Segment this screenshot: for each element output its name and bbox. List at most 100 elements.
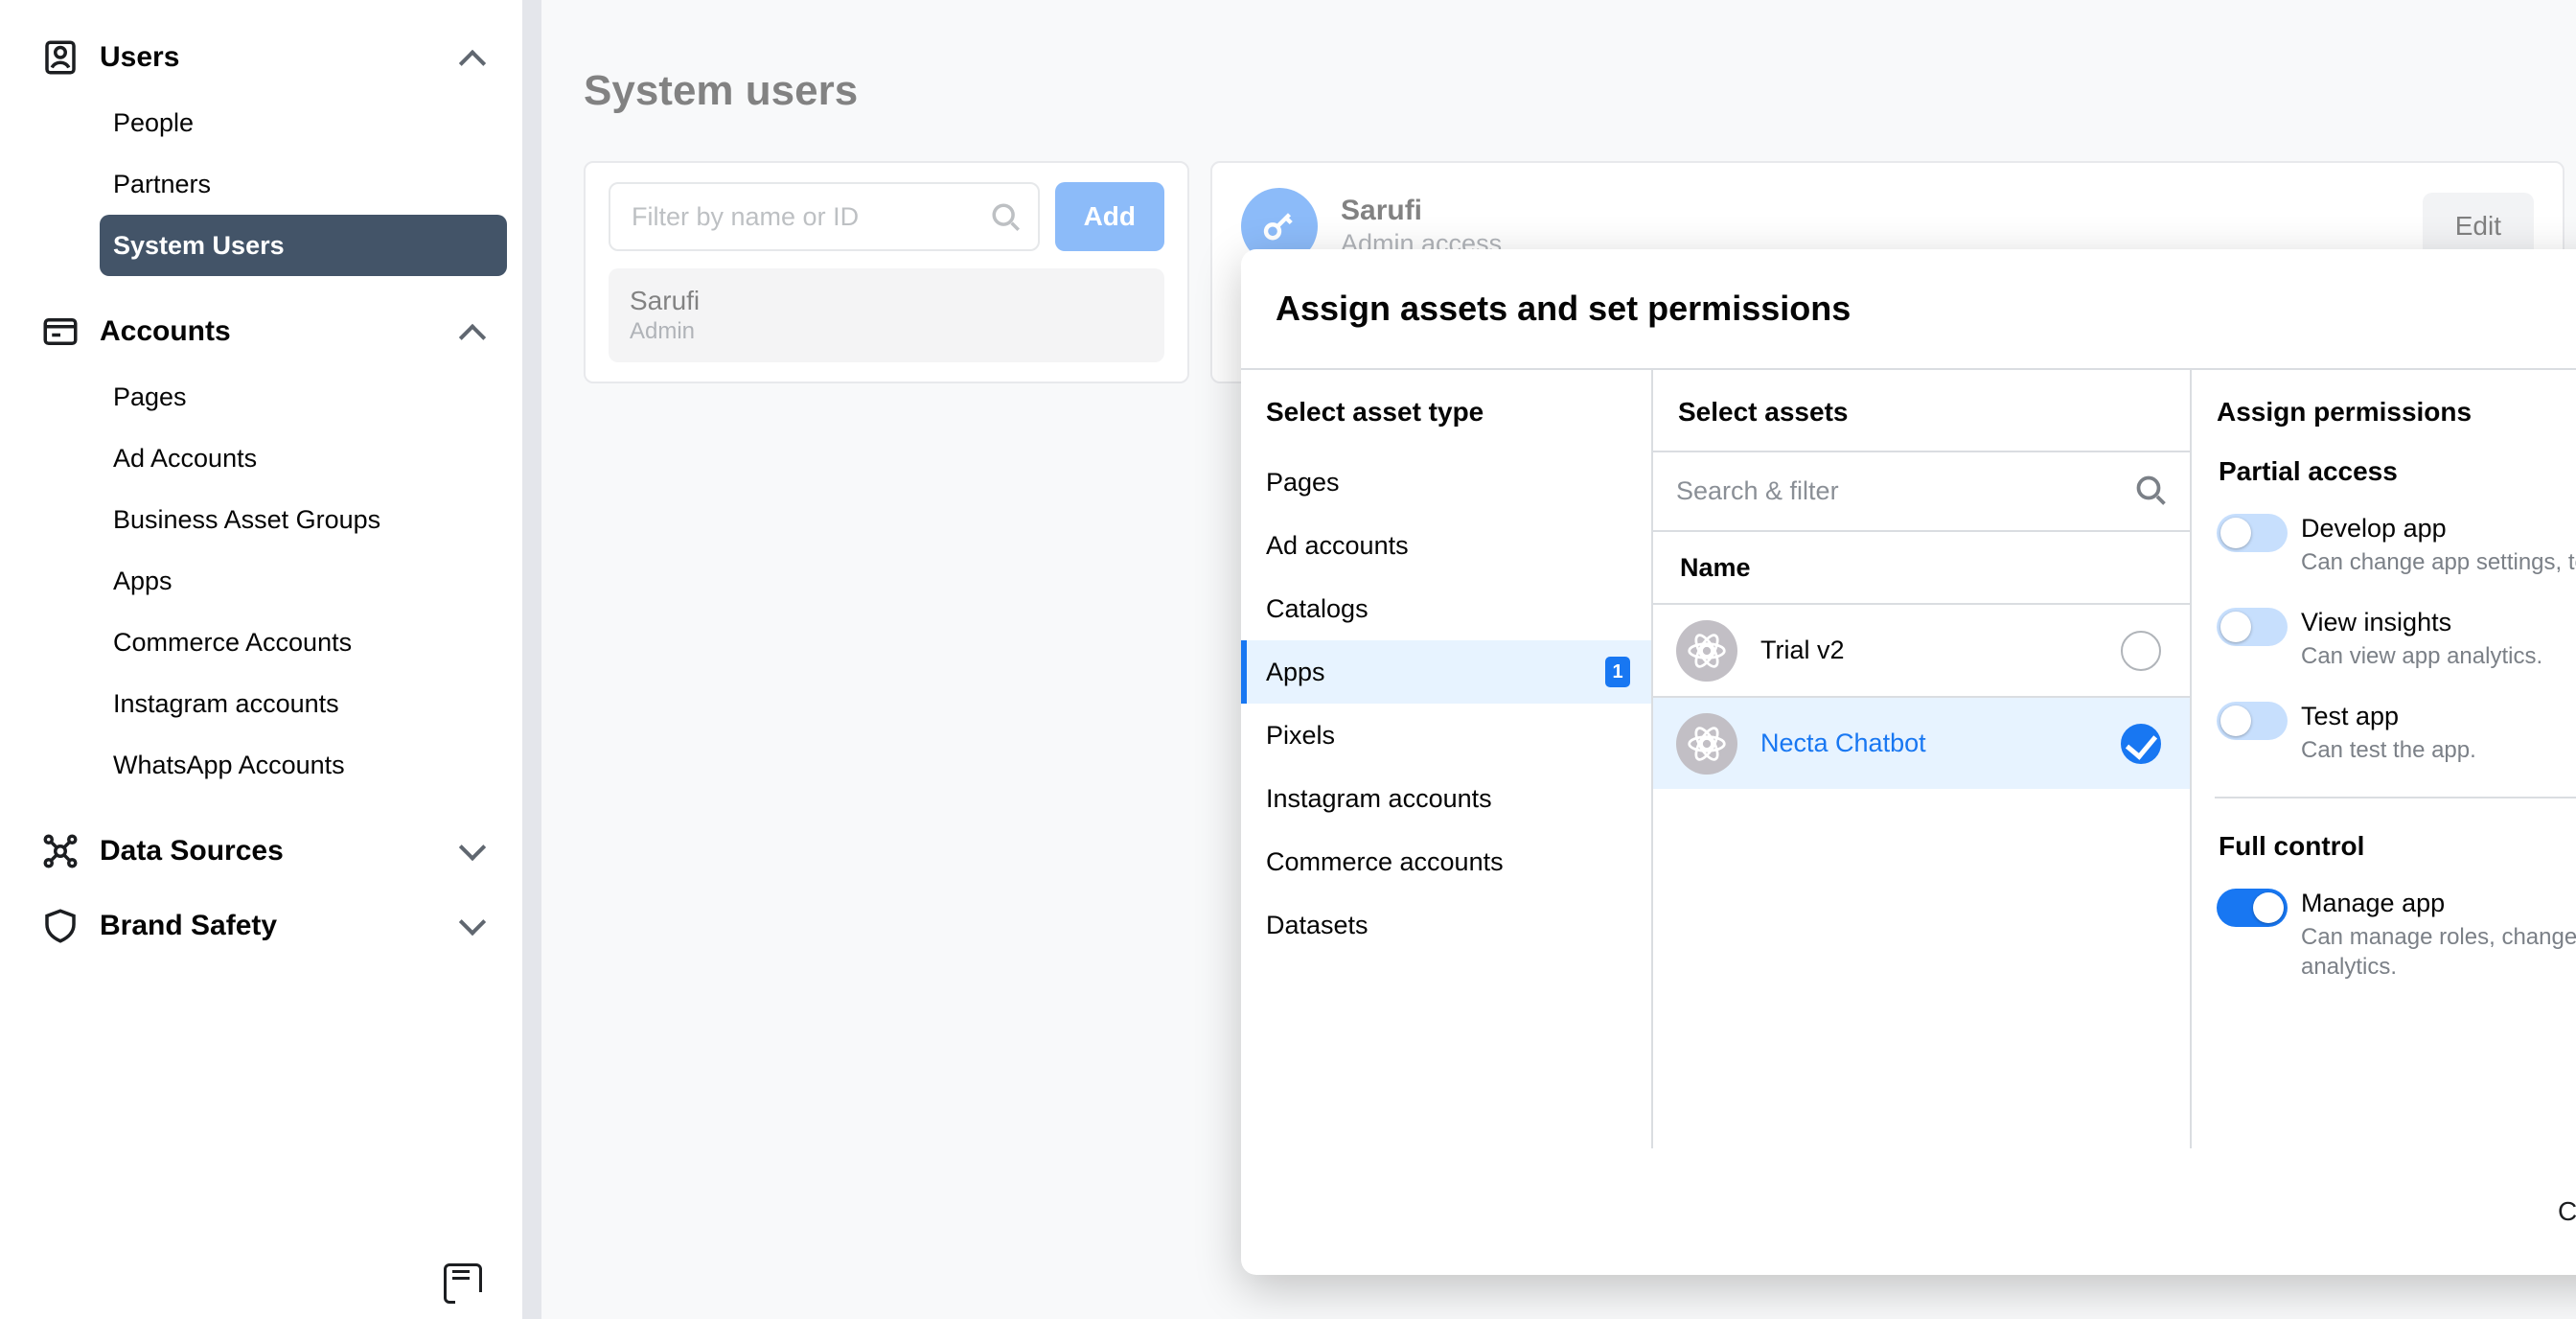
sidebar-section-label: Users	[100, 41, 179, 74]
perm-toggle[interactable]	[2217, 702, 2288, 740]
chevron-up-icon	[461, 322, 490, 341]
sidebar-item-ad-accounts[interactable]: Ad Accounts	[100, 428, 507, 489]
perm-desc: Can test the app.	[2301, 735, 2476, 765]
shield-icon	[40, 906, 80, 946]
perm-title: Manage app	[2301, 889, 2576, 918]
sidebar-footer	[36, 1263, 507, 1304]
asset-type-datasets[interactable]: Datasets	[1241, 893, 1651, 957]
asset-type-ad-accounts[interactable]: Ad accounts	[1241, 514, 1651, 577]
sidebar-section-data-sources: Data Sources	[36, 817, 507, 886]
sidebar-item-commerce-accounts[interactable]: Commerce Accounts	[100, 612, 507, 673]
asset-type-column: Select asset type Pages Ad accounts Cata…	[1241, 370, 1653, 1148]
asset-type-label: Pages	[1266, 468, 1340, 498]
perm-toggle[interactable]	[2217, 608, 2288, 646]
data-sources-icon	[40, 831, 80, 871]
sidebar-section-label: Data Sources	[100, 835, 284, 868]
sidebar-section-header-accounts[interactable]: Accounts	[36, 297, 507, 366]
sidebar-item-instagram-accounts[interactable]: Instagram accounts	[100, 673, 507, 734]
asset-checkbox[interactable]	[2121, 631, 2161, 671]
sidebar-item-label: Instagram accounts	[113, 689, 339, 719]
perm-title: Develop app	[2301, 514, 2576, 544]
full-control-title: Full control	[2215, 804, 2576, 873]
sidebar-section-brand-safety: Brand Safety	[36, 891, 507, 960]
sidebar-item-label: WhatsApp Accounts	[113, 751, 345, 780]
sidebar-item-people[interactable]: People	[100, 92, 507, 153]
asset-type-badge: 1	[1605, 657, 1630, 687]
perm-view-insights: View insights Can view app analytics.	[2215, 592, 2576, 686]
asset-type-catalogs[interactable]: Catalogs	[1241, 577, 1651, 640]
sidebar-item-label: Partners	[113, 170, 211, 199]
asset-checkbox[interactable]	[2121, 724, 2161, 764]
asset-type-label: Apps	[1266, 658, 1325, 687]
asset-search-input[interactable]	[1676, 476, 2167, 506]
sidebar-item-label: Commerce Accounts	[113, 628, 352, 658]
sidebar-section-users: Users People Partners System Users	[36, 23, 507, 291]
asset-type-label: Instagram accounts	[1266, 784, 1492, 814]
main: System users Add Sarufi Admin	[541, 0, 2576, 1319]
sidebar-item-label: People	[113, 108, 194, 138]
help-book-icon[interactable]	[444, 1263, 482, 1304]
asset-type-label: Datasets	[1266, 911, 1368, 940]
perm-desc: Can view app analytics.	[2301, 641, 2542, 671]
asset-type-label: Commerce accounts	[1266, 847, 1504, 877]
asset-name: Necta Chatbot	[1760, 729, 1926, 758]
assets-column: Select assets Name Trial v2	[1653, 370, 2192, 1148]
sidebar-section-label: Accounts	[100, 315, 231, 348]
sidebar-item-whatsapp-accounts[interactable]: WhatsApp Accounts	[100, 734, 507, 796]
users-icon	[40, 37, 80, 78]
asset-type-pages[interactable]: Pages	[1241, 451, 1651, 514]
perm-desc: Can manage roles, change app settings, t…	[2301, 922, 2576, 982]
asset-type-label: Ad accounts	[1266, 531, 1409, 561]
accounts-icon	[40, 312, 80, 352]
sidebar-item-system-users[interactable]: System Users	[100, 215, 507, 276]
sidebar-item-partners[interactable]: Partners	[100, 153, 507, 215]
asset-type-title: Select asset type	[1241, 370, 1651, 451]
assign-assets-modal: Assign assets and set permissions Select…	[1241, 249, 2576, 1275]
sidebar-item-label: Pages	[113, 382, 187, 412]
sidebar-section-header-data-sources[interactable]: Data Sources	[36, 817, 507, 886]
perm-test-app: Test app Can test the app.	[2215, 686, 2576, 780]
perm-manage-app: Manage app Can manage roles, change app …	[2215, 873, 2576, 997]
sidebar-section-header-users[interactable]: Users	[36, 23, 507, 92]
divider	[2215, 797, 2576, 798]
chevron-up-icon	[461, 48, 490, 67]
partial-access-title: Partial access	[2215, 451, 2576, 498]
asset-type-label: Catalogs	[1266, 594, 1368, 624]
cancel-button[interactable]: Cancel	[2523, 1177, 2576, 1246]
perm-toggle[interactable]	[2217, 889, 2288, 927]
perm-develop-app: Develop app Can change app settings, tes…	[2215, 498, 2576, 592]
sidebar-section-label: Brand Safety	[100, 910, 277, 942]
asset-row[interactable]: Trial v2	[1653, 603, 2190, 696]
sidebar-item-label: System Users	[113, 231, 285, 261]
asset-name: Trial v2	[1760, 636, 1845, 665]
permissions-title: Assign permissions	[2192, 370, 2576, 451]
modal-title: Assign assets and set permissions	[1276, 289, 1851, 329]
assets-title: Select assets	[1653, 370, 2190, 451]
asset-type-apps[interactable]: Apps 1	[1241, 640, 1651, 704]
chevron-down-icon	[461, 842, 490, 861]
app-icon	[1676, 713, 1737, 775]
asset-type-pixels[interactable]: Pixels	[1241, 704, 1651, 767]
sidebar-section-header-brand-safety[interactable]: Brand Safety	[36, 891, 507, 960]
search-icon	[2134, 474, 2169, 515]
chevron-down-icon	[461, 916, 490, 936]
perm-title: Test app	[2301, 702, 2476, 731]
asset-type-label: Pixels	[1266, 721, 1335, 751]
perm-toggle[interactable]	[2217, 514, 2288, 552]
sidebar: Users People Partners System Users Accou…	[0, 0, 541, 1319]
asset-type-commerce-accounts[interactable]: Commerce accounts	[1241, 830, 1651, 893]
sidebar-item-label: Ad Accounts	[113, 444, 257, 474]
perm-desc: Can change app settings, test the app an…	[2301, 547, 2576, 577]
sidebar-item-business-asset-groups[interactable]: Business Asset Groups	[100, 489, 507, 550]
sidebar-section-accounts: Accounts Pages Ad Accounts Business Asse…	[36, 297, 507, 811]
app-icon	[1676, 620, 1737, 682]
asset-type-instagram-accounts[interactable]: Instagram accounts	[1241, 767, 1651, 830]
permissions-column: Assign permissions Partial access Develo…	[2192, 370, 2576, 1148]
sidebar-item-label: Apps	[113, 567, 172, 596]
sidebar-item-label: Business Asset Groups	[113, 505, 380, 535]
assets-table-header: Name	[1653, 530, 2190, 603]
perm-title: View insights	[2301, 608, 2542, 637]
sidebar-item-apps[interactable]: Apps	[100, 550, 507, 612]
sidebar-item-pages[interactable]: Pages	[100, 366, 507, 428]
asset-row[interactable]: Necta Chatbot	[1653, 696, 2190, 789]
